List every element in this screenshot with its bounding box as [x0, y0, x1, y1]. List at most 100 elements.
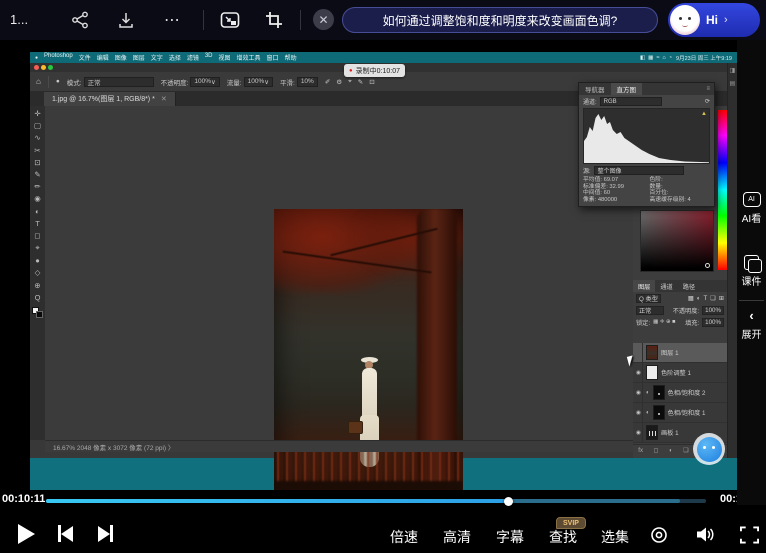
layer-name[interactable]: 色相/饱和度 2 — [668, 388, 706, 397]
tool-icon[interactable]: ◐ — [35, 207, 40, 216]
home-icon[interactable]: ⌂ — [36, 77, 41, 86]
ai-watch-button[interactable]: AI AI看 — [737, 192, 766, 225]
menu-item[interactable]: 增效工具 — [237, 53, 261, 62]
tool-icon[interactable]: ✎ — [34, 170, 40, 179]
tool-icon[interactable]: ⊡ — [34, 158, 40, 167]
eye-icon[interactable]: ◉ — [635, 383, 643, 402]
menu-item[interactable]: 帮助 — [285, 53, 297, 62]
panel-menu-icon[interactable]: ≡ — [702, 83, 714, 95]
picture-in-picture-icon[interactable] — [218, 8, 242, 32]
brush-preset-icon[interactable]: ● — [56, 78, 60, 85]
previous-button[interactable] — [58, 525, 73, 542]
layer-row[interactable]: ◉ ◐ 色相/饱和度 1 — [633, 403, 727, 423]
layer-thumbnail[interactable] — [646, 345, 658, 360]
tool-icon[interactable]: ✛ — [34, 109, 40, 118]
tool-icon[interactable]: ◇ — [35, 268, 41, 277]
tool-icon[interactable]: ◉ — [34, 194, 41, 203]
smoothing-field[interactable]: 平滑: 10% — [280, 77, 318, 87]
flow-field[interactable]: 流量: 100% ∨ — [227, 77, 273, 87]
filter-icon[interactable]: ❏ — [710, 295, 716, 302]
layer-row-selected[interactable]: 图层 1 — [633, 343, 727, 363]
layer-filter-select[interactable]: Q 类型 — [636, 294, 661, 303]
episodes-button[interactable]: 选集 — [601, 527, 629, 547]
status-icon[interactable]: ≈ — [656, 55, 659, 61]
background-color-swatch[interactable] — [36, 311, 43, 318]
eye-icon[interactable] — [635, 343, 643, 362]
subtitle-button[interactable]: 字幕 — [496, 527, 524, 547]
menu-item[interactable]: 文字 — [151, 53, 163, 62]
collapse-icon[interactable]: ◨ — [730, 67, 736, 74]
menu-bar-clock[interactable]: 9月23日 周三 上午9:19 — [676, 54, 732, 62]
expand-button[interactable]: ‹ 展开 — [737, 308, 766, 341]
video-frame[interactable]: ● Photoshop文件编辑图像图层文字选择滤镜3D视图增效工具窗口帮助 ◧▦… — [30, 52, 737, 490]
tab-paths[interactable]: 路径 — [678, 280, 700, 292]
tab-histogram[interactable]: 直方图 — [611, 83, 643, 95]
layer-row[interactable]: ◉ ◐ 色相/饱和度 2 — [633, 383, 727, 403]
apple-menu-icon[interactable]: ● — [35, 55, 38, 61]
layer-name[interactable]: 色相/饱和度 1 — [668, 408, 706, 417]
layer-name[interactable]: 画板 1 — [661, 428, 679, 437]
document-tab-close-icon[interactable]: ✕ — [161, 95, 167, 103]
close-icon[interactable]: ✕ — [313, 9, 334, 30]
mode-select[interactable]: 正常 — [84, 77, 154, 87]
tool-icon[interactable]: ✏ — [34, 182, 40, 191]
layer-row[interactable]: ◉ 色阶调整 1 — [633, 363, 727, 383]
search-question-pill[interactable]: 如何通过调整饱和度和明度来改变画面色调? — [342, 7, 658, 33]
download-icon[interactable] — [114, 8, 138, 32]
share-icon[interactable] — [68, 8, 92, 32]
tab-layers[interactable]: 图层 — [633, 280, 655, 292]
loop-icon[interactable] — [650, 526, 668, 549]
filter-icon[interactable]: T — [703, 295, 707, 302]
tool-icon[interactable]: ✂ — [34, 146, 40, 155]
menu-item[interactable]: 文件 — [79, 53, 91, 62]
eye-icon[interactable]: ◉ — [635, 363, 643, 382]
play-button[interactable] — [18, 524, 35, 544]
cache-warning-icon[interactable]: ▲ — [701, 111, 707, 117]
layers-action-icon[interactable]: ◻ — [654, 447, 659, 454]
layer-thumbnail[interactable] — [646, 365, 658, 380]
opacity-field[interactable]: 不透明度: 100% ∨ — [161, 77, 220, 87]
minimize-traffic-light[interactable] — [41, 65, 46, 70]
menu-item[interactable]: 编辑 — [97, 53, 109, 62]
layers-action-icon[interactable]: fx — [638, 448, 643, 454]
eye-icon[interactable]: ◉ — [635, 403, 643, 422]
filter-icon[interactable]: ⊞ — [719, 295, 724, 302]
smoothing-select[interactable]: 10% — [297, 77, 318, 87]
menu-item[interactable]: 选择 — [169, 53, 181, 62]
opacity-select[interactable]: 100% ∨ — [190, 77, 219, 87]
menu-item[interactable]: Photoshop — [44, 53, 73, 62]
tool-icon[interactable]: ◻ — [34, 231, 40, 240]
status-icon[interactable]: ▦ — [648, 55, 653, 61]
close-traffic-light[interactable] — [34, 65, 39, 70]
menu-item[interactable]: 滤镜 — [187, 53, 199, 62]
courseware-button[interactable]: 课件 — [737, 255, 766, 288]
status-icon[interactable]: ◔ — [669, 55, 672, 61]
options-icon[interactable]: ⌖ — [348, 78, 352, 86]
flow-select[interactable]: 100% ∨ — [244, 77, 273, 87]
options-icon[interactable]: ⊡ — [369, 78, 374, 86]
mode-field[interactable]: 模式: 正常 — [67, 77, 154, 87]
refresh-icon[interactable]: ⟳ — [705, 98, 710, 105]
tool-icon[interactable]: Q — [35, 293, 41, 302]
layer-mask-thumbnail[interactable] — [653, 405, 665, 420]
layer-mask-thumbnail[interactable] — [653, 385, 665, 400]
options-icon[interactable]: ⚙ — [336, 78, 342, 86]
source-select[interactable]: 整个图像 — [594, 166, 684, 175]
crop-icon[interactable] — [262, 8, 286, 32]
tool-icon[interactable]: ∿ — [34, 133, 40, 142]
tool-icon[interactable]: ▢ — [34, 121, 41, 130]
assistant-hi-button[interactable]: Hi › — [668, 3, 760, 37]
menu-item[interactable]: 窗口 — [267, 53, 279, 62]
layers-opacity-select[interactable]: 100% — [702, 306, 724, 315]
progress-knob[interactable] — [504, 497, 513, 506]
color-picker-ring[interactable] — [705, 263, 710, 268]
next-button[interactable] — [98, 525, 113, 542]
tool-icon[interactable]: ⌖ — [35, 243, 39, 253]
menu-item[interactable]: 视图 — [219, 53, 231, 62]
status-icon[interactable]: ⌂ — [662, 55, 665, 61]
volume-icon[interactable] — [695, 526, 715, 548]
zoom-and-size-readout[interactable]: 16.67% 2048 像素 x 3072 像素 (72 ppi) 〉 — [53, 442, 174, 452]
options-icon[interactable]: ✎ — [358, 78, 363, 86]
quality-button[interactable]: 高清 — [443, 527, 471, 547]
lock-icons[interactable]: ▦ ✛ ⊕ ■ — [653, 319, 675, 325]
